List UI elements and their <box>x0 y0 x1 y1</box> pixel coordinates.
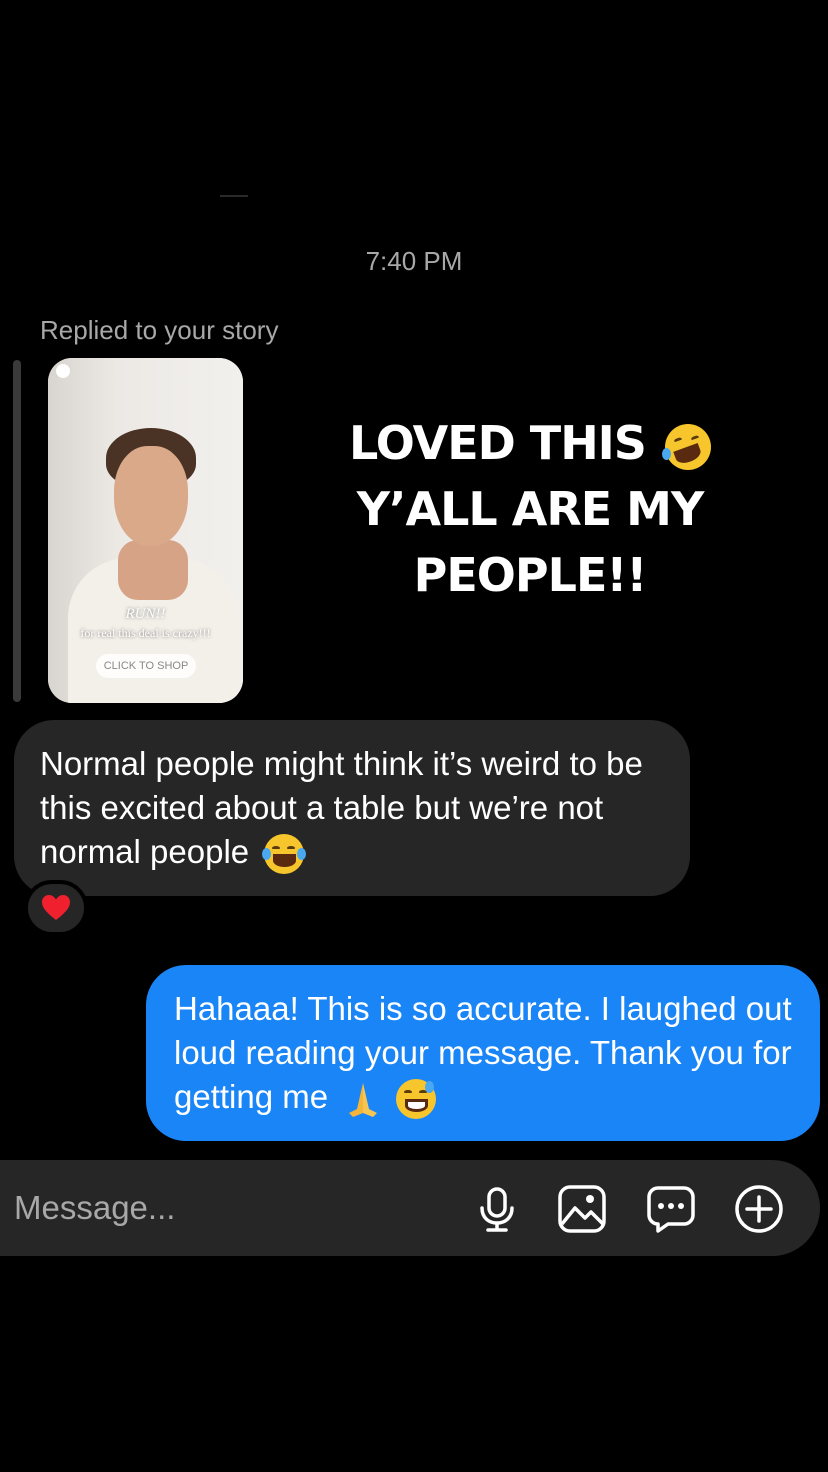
incoming-message-text: Normal people might think it’s weird to … <box>40 745 643 870</box>
tears-of-joy-emoji-icon <box>262 834 307 875</box>
story-reply-line2: Y’ALL ARE MY PEOPLE!! <box>356 482 705 602</box>
red-heart-icon <box>42 895 70 920</box>
story-subline: for real this deal is crazy!!! <box>80 626 211 640</box>
story-person-face <box>114 446 188 546</box>
gallery-icon[interactable] <box>557 1184 607 1234</box>
reply-indicator-bar <box>13 360 21 702</box>
microphone-icon[interactable] <box>472 1184 522 1234</box>
story-shop-button[interactable]: CLICK TO SHOP <box>96 654 196 678</box>
message-timestamp: 7:40 PM <box>365 246 463 276</box>
story-sticker-dot <box>56 364 70 378</box>
plus-icon[interactable] <box>734 1184 784 1234</box>
story-thumbnail[interactable]: RUN!! for real this deal is crazy!!! CLI… <box>48 358 243 703</box>
message-composer <box>0 1160 820 1256</box>
folded-hands-emoji-icon <box>349 1083 378 1118</box>
story-person-shoulders <box>118 540 188 600</box>
story-reply-label: Replied to your story <box>40 315 279 345</box>
sticker-chat-icon[interactable] <box>646 1184 696 1234</box>
outgoing-message-text: Hahaaa! This is so accurate. I laughed o… <box>174 990 792 1115</box>
rolling-laughing-emoji-icon <box>661 423 711 470</box>
message-input[interactable] <box>14 1182 454 1234</box>
grinning-sweat-emoji-icon <box>396 1079 437 1120</box>
message-reaction[interactable] <box>24 880 88 936</box>
story-reply-line1: LOVED THIS <box>349 416 647 470</box>
incoming-message-bubble[interactable]: Normal people might think it’s weird to … <box>14 720 690 896</box>
story-reply-text: LOVED THIS Y’ALL ARE MY PEOPLE!! <box>250 410 810 608</box>
outgoing-message-bubble[interactable]: Hahaaa! This is so accurate. I laughed o… <box>146 965 820 1141</box>
story-headline: RUN!! <box>125 606 166 622</box>
top-divider <box>220 195 248 197</box>
